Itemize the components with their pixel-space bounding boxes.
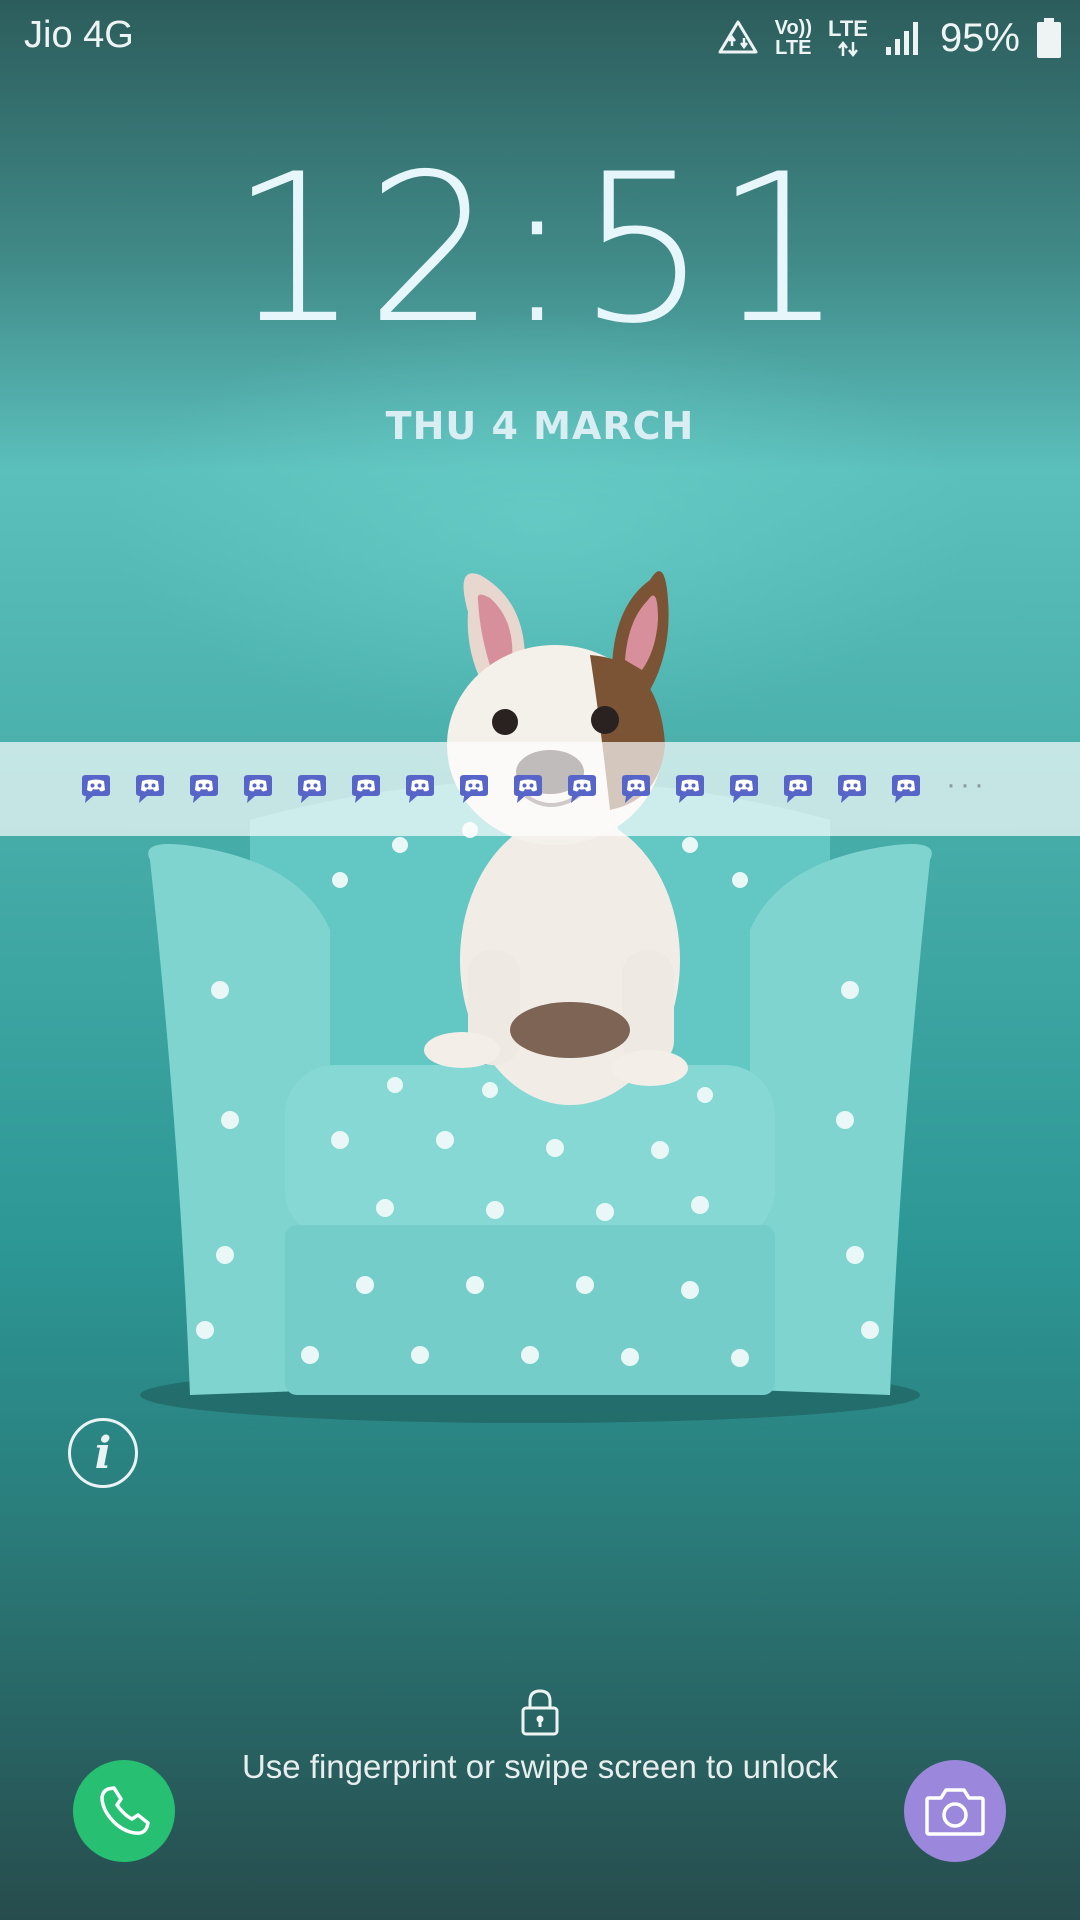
discord-icon [888,772,924,806]
lte-data-icon: LTE [828,18,868,58]
phone-shortcut-button[interactable] [73,1760,175,1862]
info-icon: i [94,1427,112,1479]
lte-label: LTE [828,16,868,41]
camera-shortcut-button[interactable] [904,1760,1006,1862]
lock-icon [520,1688,560,1741]
status-bar: Jio 4G Vo)) LTE LTE 95% [0,0,1080,76]
discord-icon [510,772,546,806]
discord-icon [402,772,438,806]
notification-icon-list [78,772,924,806]
discord-icon [780,772,816,806]
discord-icon [834,772,870,806]
info-button[interactable]: i [68,1418,138,1488]
discord-icon [78,772,114,806]
discord-icon [456,772,492,806]
camera-icon [925,1788,985,1836]
discord-icon [618,772,654,806]
discord-icon [564,772,600,806]
volte-icon: Vo)) LTE [775,18,812,58]
phone-icon [100,1786,150,1835]
more-notifications-indicator: ··· [946,768,988,801]
carrier-label: Jio 4G [24,14,134,56]
discord-icon [240,772,276,806]
volte-top-label: Vo)) [774,17,813,39]
discord-icon [186,772,222,806]
battery-percent: 95% [939,15,1020,60]
notification-icons-strip[interactable]: ··· [0,742,1080,836]
data-arrows-icon [837,40,858,58]
signal-strength-icon [884,19,924,57]
lockscreen-clock: 12:51 [229,131,851,369]
discord-icon [348,772,384,806]
battery-icon [1036,17,1062,59]
discord-icon [726,772,762,806]
discord-icon [294,772,330,806]
lockscreen-date: THU 4 MARCH [385,404,695,448]
discord-icon [672,772,708,806]
data-saver-icon [717,18,759,58]
status-icons: Vo)) LTE LTE 95% [717,10,1062,66]
volte-bottom-label: LTE [775,37,812,59]
discord-icon [132,772,168,806]
